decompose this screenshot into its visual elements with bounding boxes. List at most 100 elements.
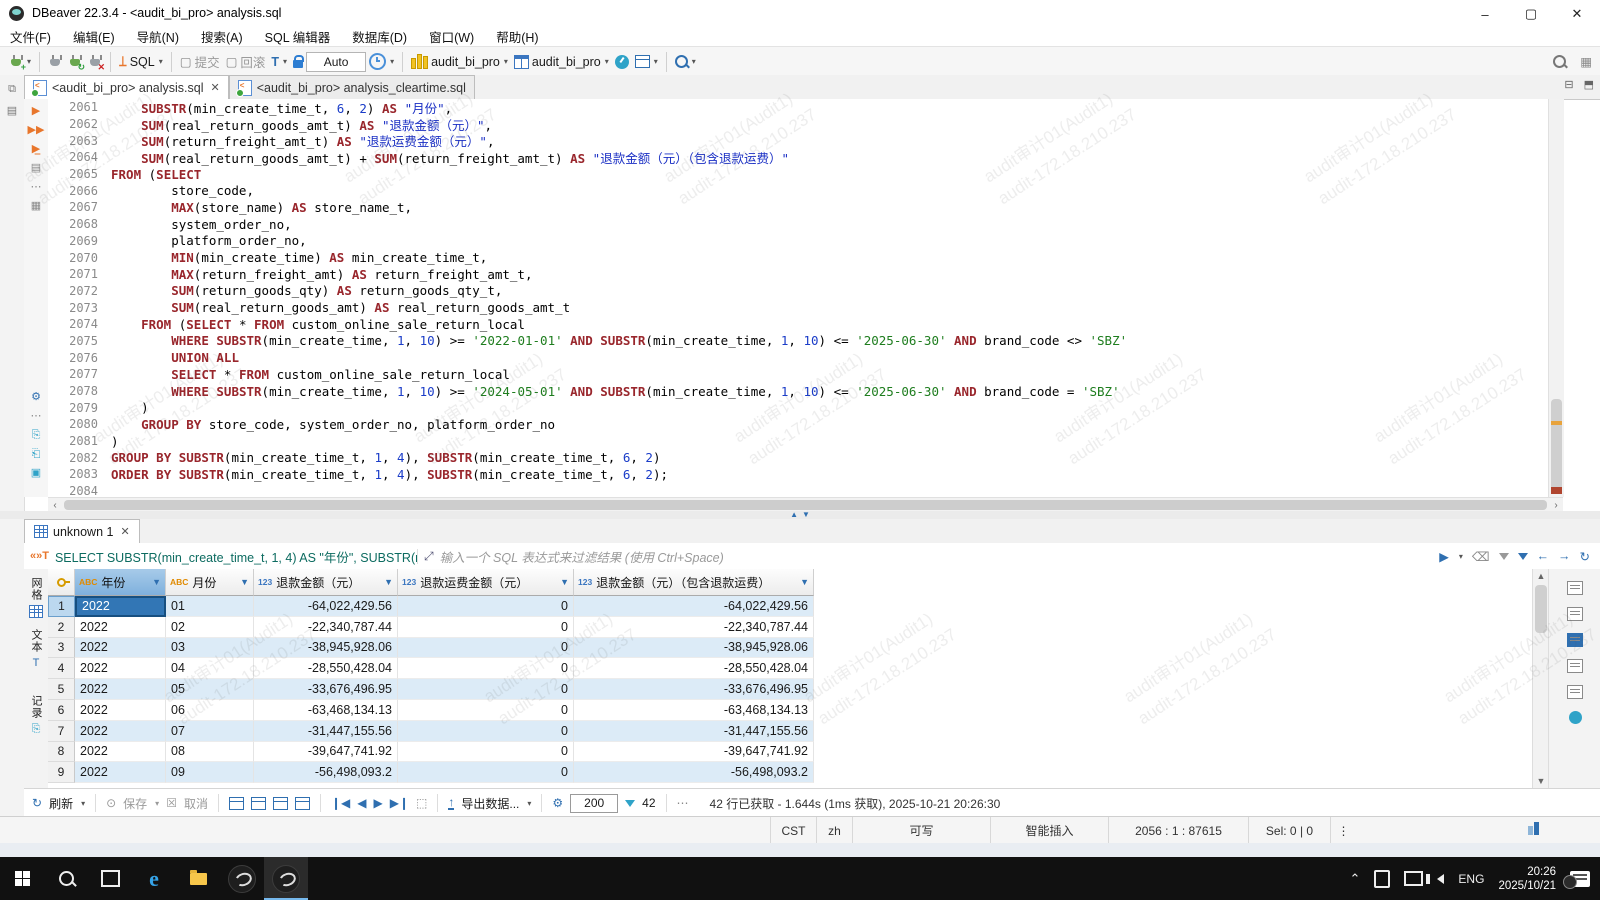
table-cell[interactable]: 0 (398, 596, 574, 617)
apply-filter-icon[interactable]: ▶ (1439, 549, 1449, 564)
column-header-0[interactable]: ABC年份▼ (75, 569, 166, 596)
code-line[interactable]: 2079 ) (48, 399, 1548, 416)
table-cell[interactable]: -39,647,741.92 (574, 742, 814, 763)
save-file-icon[interactable]: ▣ (31, 467, 41, 480)
code-line[interactable]: 2076 UNION ALL (48, 349, 1548, 366)
table-cell[interactable]: 2022 (75, 762, 166, 783)
last-row-icon[interactable]: ▶❙ (390, 796, 409, 810)
explorer-button[interactable] (176, 857, 220, 900)
table-cell[interactable]: 2022 (75, 658, 166, 679)
column-filter-icon[interactable]: ▼ (152, 577, 161, 587)
cancel-button[interactable]: 取消 (184, 795, 208, 812)
transaction-log-button[interactable]: ▾ (366, 51, 397, 72)
code-line[interactable]: 2065FROM (SELECT (48, 166, 1548, 183)
auto-commit-combo[interactable]: Auto (306, 52, 366, 72)
record-view-icon[interactable]: ⎘ (32, 723, 41, 736)
code-line[interactable]: 2067 MAX(store_name) AS store_name_t, (48, 199, 1548, 216)
table-cell[interactable]: 2022 (75, 596, 166, 617)
code-line[interactable]: 2068 system_order_no, (48, 216, 1548, 233)
er-diagram-button[interactable]: ▾ (632, 53, 661, 70)
delete-row-icon[interactable] (295, 797, 310, 810)
column-filter-icon[interactable]: ▼ (240, 577, 249, 587)
grid-view-icon[interactable] (29, 605, 43, 621)
table-row[interactable]: 6202206-63,468,134.130-63,468,134.13 (48, 700, 1532, 721)
table-cell[interactable]: 2022 (75, 721, 166, 742)
editor-vertical-scrollbar[interactable] (1548, 99, 1564, 497)
notification-center-icon[interactable] (1570, 871, 1590, 887)
menu-item-0[interactable]: 文件(F) (10, 27, 51, 46)
code-line[interactable]: 2073 SUM(real_return_goods_amt) AS real_… (48, 299, 1548, 316)
menu-item-6[interactable]: 窗口(W) (429, 27, 474, 46)
table-row[interactable]: 2202202-22,340,787.440-22,340,787.44 (48, 617, 1532, 638)
table-cell[interactable]: -56,498,093.2 (574, 762, 814, 783)
reconnect-button[interactable]: ↻ (65, 53, 85, 71)
execute-statement-icon[interactable]: ▶ (32, 105, 40, 118)
text-view-icon[interactable]: T (33, 657, 40, 669)
commit-button[interactable]: ▢提交 (177, 50, 223, 73)
tray-chevron-icon[interactable]: ⌃ (1350, 871, 1361, 887)
scroll-left-icon[interactable]: ‹ (48, 500, 62, 511)
goto-row-icon[interactable]: ⬚ (416, 796, 427, 810)
dashboard-button[interactable] (612, 53, 632, 71)
taskbar-clock[interactable]: 20:26 2025/10/21 (1498, 865, 1556, 893)
menu-item-2[interactable]: 导航(N) (137, 27, 179, 46)
table-cell[interactable]: -56,498,093.2 (254, 762, 398, 783)
editor-results-splitter[interactable]: ▲ ▼ (0, 511, 1600, 519)
table-row[interactable]: 7202207-31,447,155.560-31,447,155.56 (48, 721, 1532, 742)
edit-row-icon[interactable] (273, 797, 288, 810)
collapse-up-icon[interactable]: ▲ (790, 511, 798, 519)
table-cell[interactable]: -63,468,134.13 (574, 700, 814, 721)
menu-item-3[interactable]: 搜索(A) (201, 27, 243, 46)
connect-button[interactable] (45, 53, 65, 71)
grid-scroll-up-icon[interactable]: ▲ (1533, 571, 1549, 581)
side-tab-text-label[interactable]: 文本 (28, 629, 44, 653)
table-cell[interactable]: 07 (166, 721, 254, 742)
task-view-button[interactable] (88, 857, 132, 900)
copy-source-icon[interactable]: ⎗ (32, 448, 41, 461)
table-row[interactable]: 9202209-56,498,093.20-56,498,093.2 (48, 762, 1532, 783)
editor-tab-1[interactable]: <audit_bi_pro> analysis_cleartime.sql (229, 75, 475, 99)
add-row-icon[interactable] (229, 797, 244, 810)
panel-grouping-icon[interactable] (1569, 711, 1582, 724)
row-number[interactable]: 7 (48, 721, 75, 742)
table-cell[interactable]: -22,340,787.44 (254, 617, 398, 638)
table-cell[interactable]: -28,550,428.04 (254, 658, 398, 679)
transaction-lock-button[interactable] (290, 53, 306, 70)
table-cell[interactable]: 04 (166, 658, 254, 679)
database-selector[interactable]: audit_bi_pro▾ (408, 53, 511, 71)
table-row[interactable]: 3202203-38,945,928.060-38,945,928.06 (48, 638, 1532, 659)
first-row-icon[interactable]: ❙◀ (331, 796, 350, 810)
panel-calc-icon[interactable] (1567, 685, 1583, 699)
code-line[interactable]: 2080 GROUP BY store_code, system_order_n… (48, 416, 1548, 433)
column-header-1[interactable]: ABC月份▼ (166, 569, 254, 596)
table-cell[interactable]: 02 (166, 617, 254, 638)
table-cell[interactable]: -38,945,928.06 (254, 638, 398, 659)
table-cell[interactable]: -33,676,496.95 (574, 679, 814, 700)
column-filter-icon[interactable]: ▼ (800, 577, 809, 587)
table-cell[interactable]: 08 (166, 742, 254, 763)
table-cell[interactable]: 2022 (75, 742, 166, 763)
maximize-button[interactable]: ▢ (1508, 0, 1554, 28)
export-result-icon[interactable]: ⎘ (32, 429, 41, 442)
panel-references-icon[interactable] (1567, 659, 1583, 673)
table-cell[interactable]: -22,340,787.44 (574, 617, 814, 638)
table-cell[interactable]: 09 (166, 762, 254, 783)
row-number[interactable]: 3 (48, 638, 75, 659)
refresh-filter-icon[interactable]: ↻ (1580, 549, 1590, 564)
table-cell[interactable]: 06 (166, 700, 254, 721)
clear-filter-icon[interactable]: ⌫ (1472, 549, 1490, 564)
menu-item-4[interactable]: SQL 编辑器 (265, 27, 331, 46)
panel-value-viewer-icon[interactable] (1567, 581, 1583, 595)
perspective-icon[interactable]: ▦ (1580, 54, 1592, 69)
bookmarks-panel-icon[interactable]: ▤ (0, 104, 24, 117)
table-row[interactable]: 8202208-39,647,741.920-39,647,741.92 (48, 742, 1532, 763)
code-line[interactable]: 2063 SUM(return_freight_amt_t) AS "退款运费金… (48, 132, 1548, 149)
code-line[interactable]: 2070 MIN(min_create_time) AS min_create_… (48, 249, 1548, 266)
row-number[interactable]: 1 (48, 596, 75, 617)
table-cell[interactable]: 2022 (75, 638, 166, 659)
column-filter-icon[interactable]: ▼ (384, 577, 393, 587)
column-header-4[interactable]: 123退款金额（元）（包含退款运费）▼ (574, 569, 814, 596)
table-cell[interactable]: -31,447,155.56 (254, 721, 398, 742)
app1-button[interactable] (220, 857, 264, 900)
start-button[interactable] (0, 857, 44, 900)
